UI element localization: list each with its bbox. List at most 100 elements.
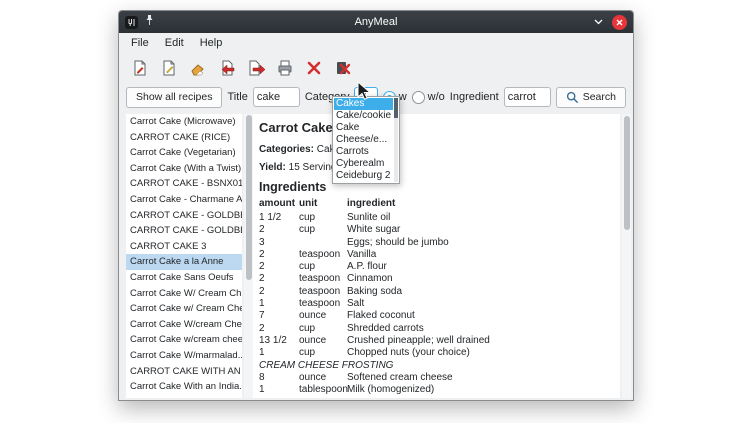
close-window-button[interactable] xyxy=(612,15,627,30)
category-dropdown-item[interactable]: Ceideburg 2 xyxy=(334,170,393,182)
app-icon[interactable] xyxy=(125,16,138,29)
ingredient-amount: 13 1/2 xyxy=(259,335,299,347)
without-radio-group[interactable]: w/o xyxy=(412,91,445,104)
export-icon[interactable] xyxy=(243,55,269,81)
without-radio[interactable] xyxy=(412,91,425,104)
print-icon[interactable] xyxy=(272,55,298,81)
recipe-list-item[interactable]: Carrot Cake a la Anne xyxy=(126,254,242,270)
ingredient-unit: teaspoon xyxy=(299,273,347,285)
mouse-cursor xyxy=(357,81,371,101)
menubar: File Edit Help xyxy=(119,33,633,53)
recipe-list-item[interactable]: CARROT CAKE - BSNX01A xyxy=(126,176,242,192)
ingredient-ingredient: Milk (homogenized) xyxy=(347,384,619,396)
title-label: Title xyxy=(227,91,247,103)
recipe-list-item[interactable]: Carrot Cake With an India... xyxy=(126,379,242,395)
title-input[interactable] xyxy=(253,87,300,107)
ingredient-row: 2teaspoonCinnamon xyxy=(259,273,619,285)
ingredient-amount: 2 xyxy=(259,286,299,298)
category-dropdown-item[interactable]: Cake/cookie xyxy=(334,110,393,122)
recipe-list-item[interactable]: CARROT CAKE (RICE) xyxy=(126,130,242,146)
ingredients-table-body: 1 1/2cupSunlite oil2cupWhite sugar3Eggs;… xyxy=(259,212,619,396)
new-recipe-icon[interactable] xyxy=(127,55,153,81)
delete-recipe-icon[interactable] xyxy=(301,55,327,81)
ingredient-row: 1tablespoonMilk (homogenized) xyxy=(259,384,619,396)
category-dropdown: CakesCake/cookieCakeCheese/e...CarrotsCy… xyxy=(332,96,400,184)
ingredients-header-row: amount unit ingredient xyxy=(259,198,619,212)
recipe-view-scrollbar[interactable] xyxy=(622,114,631,398)
edit-recipe-icon[interactable] xyxy=(156,55,182,81)
shade-window-icon[interactable] xyxy=(593,13,604,31)
dropdown-scrollbar-thumb[interactable] xyxy=(394,98,398,118)
ingredient-ingredient: Flaked coconut xyxy=(347,310,619,322)
show-all-recipes-button[interactable]: Show all recipes xyxy=(126,87,222,108)
ingredient-section-row: CREAM CHEESE FROSTING xyxy=(259,360,619,372)
menu-edit[interactable]: Edit xyxy=(157,35,192,51)
recipe-list-item[interactable]: Carrot Cake W/marmalad... xyxy=(126,348,242,364)
ingredient-ingredient: A.P. flour xyxy=(347,261,619,273)
ingredient-unit: ounce xyxy=(299,310,347,322)
recipe-list-item[interactable]: CARROT CAKE - GOLDBECK xyxy=(126,223,242,239)
yield-label: Yield: xyxy=(259,162,286,173)
toolbar xyxy=(119,53,633,83)
recipe-list-scrollbar[interactable] xyxy=(244,114,253,398)
col-header-unit: unit xyxy=(299,198,347,212)
recipe-list-item[interactable]: CARROT CAKE WITH AN I... xyxy=(126,364,242,380)
ingredient-ingredient: Crushed pineapple; well drained xyxy=(347,335,619,347)
ingredient-amount: 7 xyxy=(259,310,299,322)
ingredient-row: 1teaspoonSalt xyxy=(259,298,619,310)
search-button-label: Search xyxy=(583,91,616,103)
recipe-list-item[interactable]: Carrot Cake - Charmane A... xyxy=(126,192,242,208)
category-dropdown-item[interactable]: Cake xyxy=(334,122,393,134)
ingredient-ingredient: Vanilla xyxy=(347,249,619,261)
search-icon xyxy=(566,91,579,104)
pin-icon[interactable] xyxy=(144,13,155,31)
ingredient-unit: tablespoon xyxy=(299,384,347,396)
menu-help[interactable]: Help xyxy=(192,35,231,51)
ingredient-unit: ounce xyxy=(299,335,347,347)
ingredient-row: 2cupA.P. flour xyxy=(259,261,619,273)
recipe-list-item[interactable]: Carrot Cake w/ Cream Che... xyxy=(126,301,242,317)
ingredient-ingredient: Shredded carrots xyxy=(347,323,619,335)
eraser-icon[interactable] xyxy=(185,55,211,81)
ingredient-row: 2cupWhite sugar xyxy=(259,224,619,236)
recipe-title: Carrot Cake a la Anne xyxy=(259,120,616,135)
recipe-list-item[interactable]: Carrot Cake (Microwave) xyxy=(126,114,242,130)
category-dropdown-item[interactable]: Cheese/e... xyxy=(334,134,393,146)
recipe-list-item[interactable]: Carrot Cake W/cream Che... xyxy=(126,317,242,333)
ingredient-amount: 8 xyxy=(259,372,299,384)
dropdown-scrollbar[interactable] xyxy=(394,98,398,182)
menu-file[interactable]: File xyxy=(123,35,157,51)
recipe-list-item[interactable]: Carrot Cake Sans Oeufs xyxy=(126,270,242,286)
ingredient-ingredient: Chopped nuts (your choice) xyxy=(347,347,619,359)
recipe-list-item[interactable]: Carrot Cake w/cream chee... xyxy=(126,332,242,348)
titlebar[interactable]: AnyMeal xyxy=(119,11,633,33)
ingredient-amount: 1 xyxy=(259,384,299,396)
category-dropdown-item[interactable]: Carrots xyxy=(334,146,393,158)
ingredient-ingredient: Baking soda xyxy=(347,286,619,298)
ingredient-row: 2teaspoonVanilla xyxy=(259,249,619,261)
category-dropdown-item[interactable]: Cyberealm xyxy=(334,158,393,170)
ingredient-amount: 2 xyxy=(259,261,299,273)
recipe-list[interactable]: Carrot Cake (Microwave)CARROT CAKE (RICE… xyxy=(126,114,242,398)
ingredient-amount: 2 xyxy=(259,323,299,335)
ingredient-row: 3Eggs; should be jumbo xyxy=(259,237,619,249)
ingredient-unit: cup xyxy=(299,347,347,359)
ingredient-amount: 2 xyxy=(259,273,299,285)
search-button[interactable]: Search xyxy=(556,87,626,108)
category-dropdown-list: CakesCake/cookieCakeCheese/e...CarrotsCy… xyxy=(334,98,393,182)
recipe-list-item[interactable]: CARROT CAKE 3 xyxy=(126,239,242,255)
import-icon[interactable] xyxy=(214,55,240,81)
recipe-list-item[interactable]: Carrot Cake (With a Twist) xyxy=(126,161,242,177)
recipe-list-item[interactable]: CARROT CAKE - GOLDBECK xyxy=(126,208,242,224)
ingredient-input[interactable] xyxy=(504,87,551,107)
scrollbar-thumb[interactable] xyxy=(624,116,630,230)
ingredient-row: 2teaspoonBaking soda xyxy=(259,286,619,298)
ingredient-row: 7ounceFlaked coconut xyxy=(259,310,619,322)
recipe-yield: Yield: 15 Servings xyxy=(259,162,616,173)
ingredient-row: 2cupShredded carrots xyxy=(259,323,619,335)
recipe-list-item[interactable]: Carrot Cake W/ Cream Ch... xyxy=(126,286,242,302)
recipe-list-item[interactable]: Carrot Cake (Vegetarian) xyxy=(126,145,242,161)
quit-icon[interactable] xyxy=(330,55,356,81)
col-header-ingredient: ingredient xyxy=(347,198,619,212)
scrollbar-thumb[interactable] xyxy=(246,115,252,280)
